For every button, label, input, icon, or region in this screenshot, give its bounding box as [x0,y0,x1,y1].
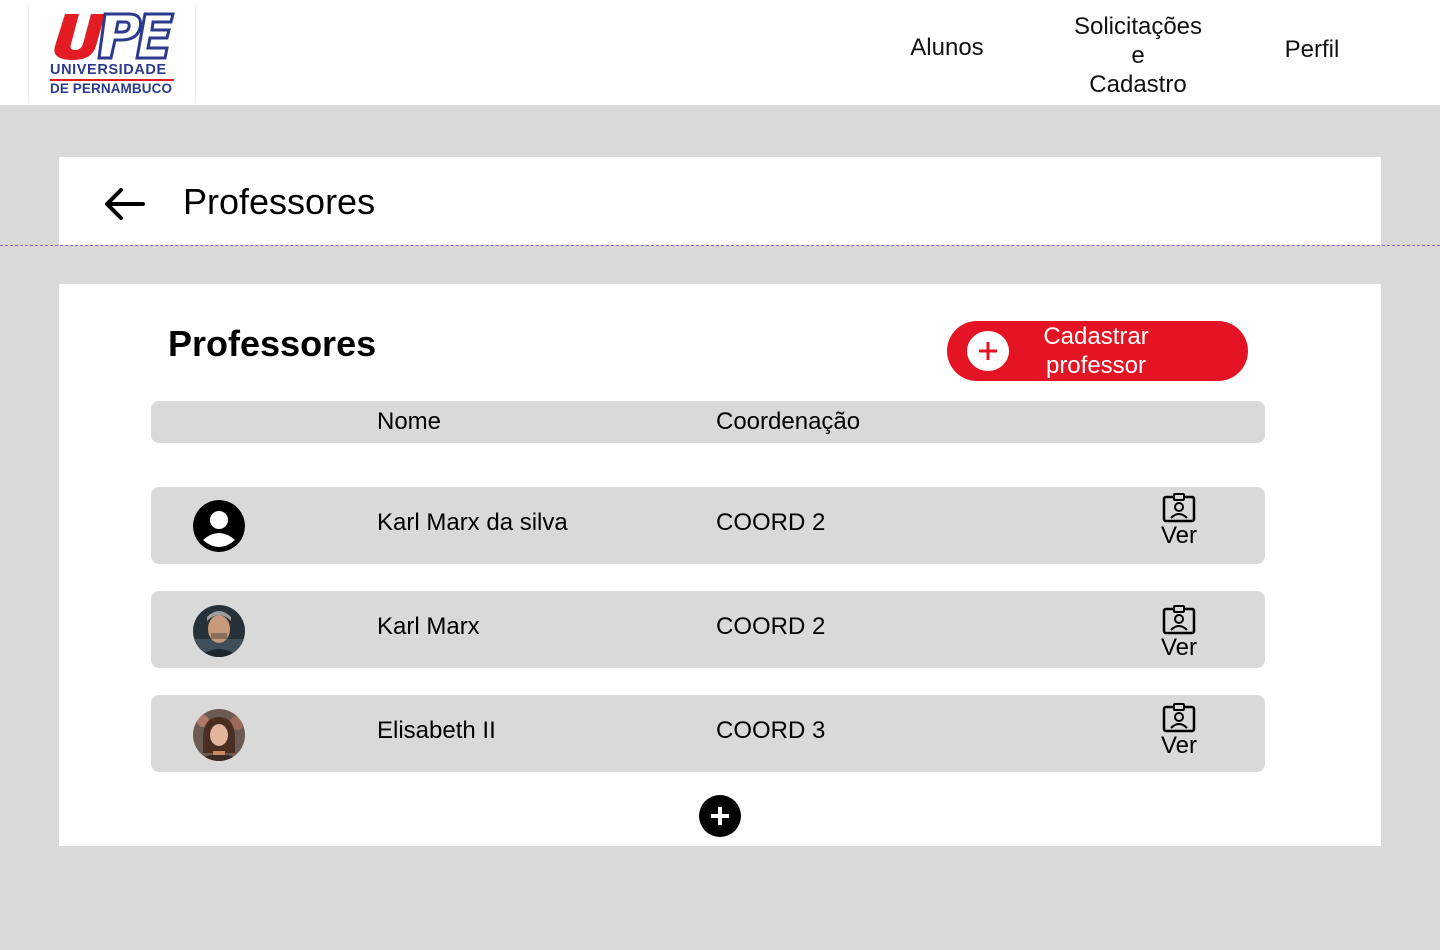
professor-coord: COORD 3 [716,717,826,744]
add-row-plus-icon[interactable] [699,795,741,837]
plus-icon [967,331,1009,371]
id-badge-icon [1162,605,1196,635]
avatar-photo [193,605,245,657]
logo-line1: UNIVERSIDADE [50,62,167,78]
nav-perfil[interactable]: Perfil [1270,35,1354,64]
column-coordenacao: Coordenação [716,408,861,435]
guide-line [0,245,1440,246]
table-row[interactable]: Karl Marx COORD 2 Ver [151,591,1265,668]
professor-name: Elisabeth II [377,717,496,744]
view-button[interactable]: Ver [1139,493,1219,549]
view-label: Ver [1160,732,1198,759]
professor-coord: COORD 2 [716,613,826,640]
avatar [193,709,245,761]
add-professor-button[interactable]: Cadastrar professor [947,321,1248,381]
page-header: Professores [59,157,1381,245]
nav-alunos[interactable]: Alunos [898,33,996,62]
avatar [193,605,245,657]
top-navbar: UNIVERSIDADE DE PERNAMBUCO Alunos Solici… [0,0,1440,105]
table-row[interactable]: Karl Marx da silva COORD 2 Ver [151,487,1265,564]
professor-coord: COORD 2 [716,509,826,536]
view-button[interactable]: Ver [1139,605,1219,661]
professor-name: Karl Marx [377,613,480,640]
id-badge-icon [1162,493,1196,523]
id-badge-icon [1162,703,1196,733]
table-row[interactable]: Elisabeth II COORD 3 Ver [151,695,1265,772]
avatar [193,500,245,552]
page-title: Professores [183,181,376,222]
avatar-photo [193,709,245,761]
add-professor-label: Cadastrar professor [1043,323,1149,379]
logo-line2: DE PERNAMBUCO [50,81,173,96]
upe-logo[interactable]: UNIVERSIDADE DE PERNAMBUCO [28,4,196,102]
professor-name: Karl Marx da silva [377,509,568,536]
nav-solicitacoes-cadastro[interactable]: Solicitações e Cadastro [1058,12,1218,99]
default-user-icon [193,500,245,552]
arrow-left-icon [105,188,145,220]
column-nome: Nome [377,408,442,435]
section-title: Professores [168,323,377,364]
back-button[interactable] [101,184,147,224]
upe-logo-mark [54,12,175,60]
table-header: Nome Coordenação [151,401,1265,443]
view-button[interactable]: Ver [1139,703,1219,759]
professors-panel: Professores Cadastrar professor Nome Coo… [59,284,1381,846]
view-label: Ver [1160,522,1198,549]
view-label: Ver [1160,634,1198,661]
